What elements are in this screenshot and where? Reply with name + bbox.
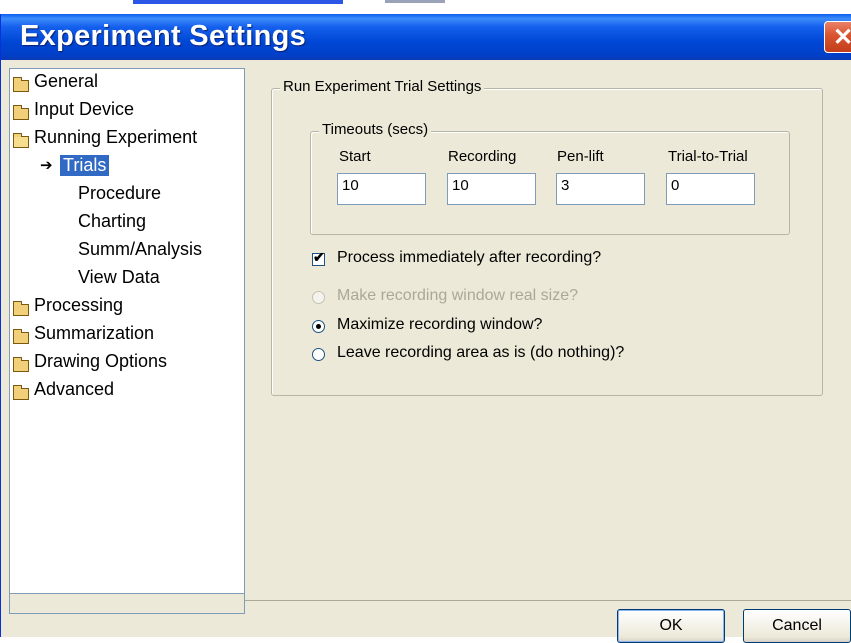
maximize-window-label: Maximize recording window? xyxy=(337,316,543,333)
nav-item-processing[interactable]: Processing xyxy=(34,295,123,316)
background-link-fragment xyxy=(133,0,343,4)
background-text-fragment xyxy=(385,0,445,3)
leave-as-is-radio[interactable] xyxy=(312,348,325,361)
button-area-divider xyxy=(245,600,851,601)
nav-item-summarization[interactable]: Summarization xyxy=(34,323,154,344)
checkmark-icon: ✔ xyxy=(313,249,325,265)
ok-button[interactable]: OK xyxy=(617,609,725,643)
nav-horizontal-scrollbar[interactable] xyxy=(9,594,245,614)
real-size-radio xyxy=(312,291,325,304)
nav-item-drawing-options[interactable]: Drawing Options xyxy=(34,351,167,372)
trial-settings-group-label: Run Experiment Trial Settings xyxy=(280,78,485,95)
folder-icon xyxy=(13,329,29,344)
folder-icon xyxy=(13,301,29,316)
trial-to-trial-timeout-field[interactable]: 0 xyxy=(666,173,755,205)
experiment-settings-dialog: Experiment Settings ✕ General Input Devi… xyxy=(0,14,851,643)
cancel-button[interactable]: Cancel xyxy=(743,609,851,643)
leave-as-is-label: Leave recording area as is (do nothing)? xyxy=(337,344,625,361)
start-timeout-field[interactable]: 10 xyxy=(337,173,426,205)
close-button[interactable]: ✕ xyxy=(824,21,851,53)
close-icon: ✕ xyxy=(833,24,851,51)
pen-lift-timeout-field[interactable]: 3 xyxy=(556,173,645,205)
nav-item-procedure[interactable]: Procedure xyxy=(78,183,161,204)
nav-item-charting[interactable]: Charting xyxy=(78,211,146,232)
folder-icon xyxy=(13,77,29,92)
maximize-window-radio[interactable] xyxy=(312,320,325,333)
radio-selected-dot xyxy=(316,324,321,329)
recording-timeout-field[interactable]: 10 xyxy=(447,173,536,205)
nav-item-view-data[interactable]: View Data xyxy=(78,267,160,288)
dialog-title: Experiment Settings xyxy=(20,20,307,52)
trial-to-trial-label: Trial-to-Trial xyxy=(668,148,748,165)
folder-icon xyxy=(13,105,29,120)
nav-item-input-device[interactable]: Input Device xyxy=(34,99,134,120)
pen-lift-label: Pen-lift xyxy=(557,148,604,165)
folder-icon xyxy=(13,385,29,400)
nav-item-general[interactable]: General xyxy=(34,71,98,92)
nav-item-advanced[interactable]: Advanced xyxy=(34,379,114,400)
timeouts-group-label: Timeouts (secs) xyxy=(319,121,432,138)
title-bar[interactable]: Experiment Settings ✕ xyxy=(1,14,851,60)
settings-nav-tree: General Input Device Running Experiment … xyxy=(9,68,245,594)
nav-item-trials[interactable]: Trials xyxy=(60,155,110,176)
real-size-label: Make recording window real size? xyxy=(337,287,578,304)
open-folder-icon xyxy=(13,133,29,148)
process-immediately-checkbox[interactable]: ✔ xyxy=(312,249,325,266)
background-page-strip xyxy=(0,0,851,14)
arrow-right-icon: ➔ xyxy=(40,157,53,174)
nav-item-running-experiment[interactable]: Running Experiment xyxy=(34,127,197,148)
recording-label: Recording xyxy=(448,148,517,165)
folder-icon xyxy=(13,357,29,372)
start-label: Start xyxy=(339,148,371,165)
process-immediately-label: Process immediately after recording? xyxy=(337,249,602,266)
nav-item-summ-analysis[interactable]: Summ/Analysis xyxy=(78,239,202,260)
